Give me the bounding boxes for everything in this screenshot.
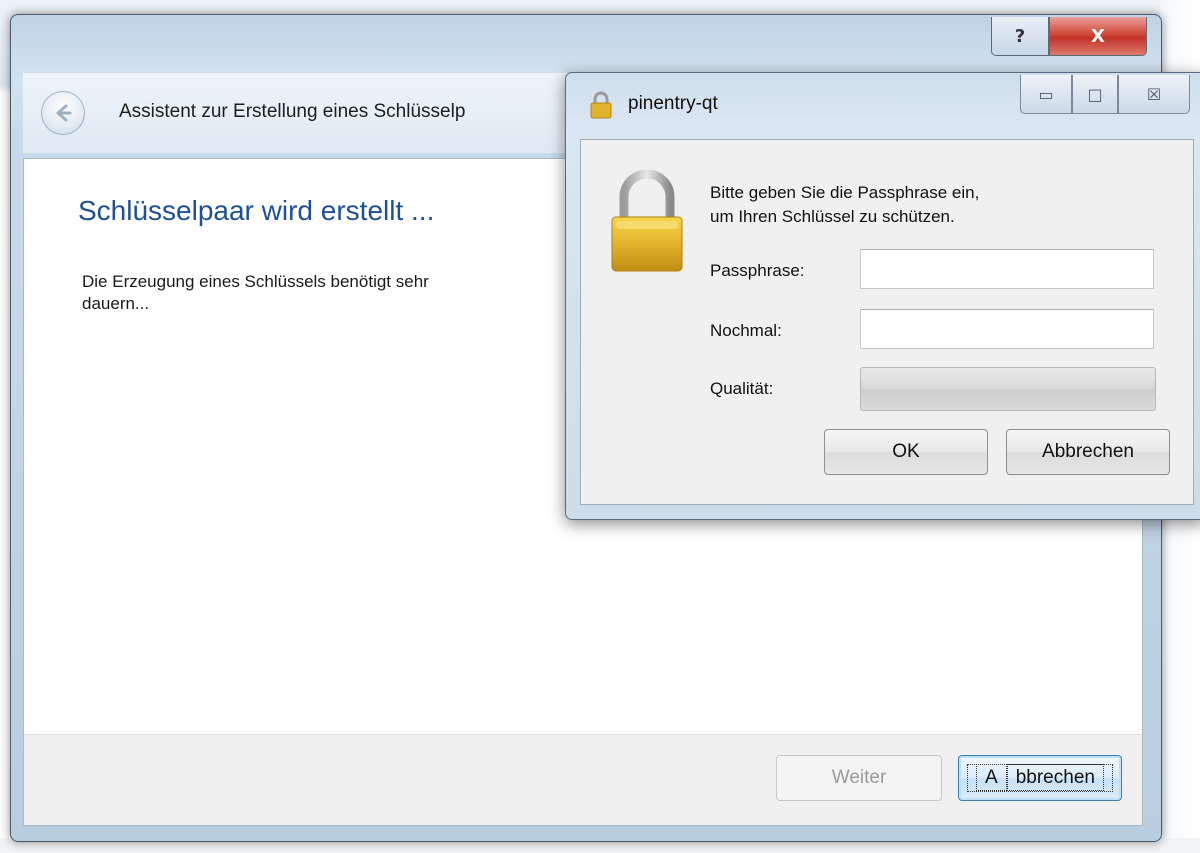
minimize-button[interactable]: ▭	[1020, 75, 1072, 114]
wizard-cancel-button[interactable]: Abbrechen	[958, 755, 1122, 801]
pinentry-dialog: pinentry-qt ▭ □ ☒ Bitte geben Sie die Pa…	[565, 72, 1200, 520]
repeat-passphrase-input[interactable]	[860, 309, 1154, 349]
wizard-body-text: Die Erzeugung eines Schlüssels benötigt …	[82, 271, 602, 315]
wizard-titlebar-buttons: ? X	[991, 17, 1147, 57]
wizard-heading: Schlüsselpaar wird erstellt ...	[78, 195, 435, 226]
wizard-cancel-label: bbrechen	[1006, 764, 1104, 791]
close-icon: ☒	[1146, 84, 1162, 104]
help-button[interactable]: ?	[991, 17, 1049, 56]
wizard-footer: Weiter Abbrechen	[23, 734, 1143, 826]
wizard-close-button[interactable]: X	[1049, 17, 1147, 56]
back-button[interactable]	[41, 91, 85, 135]
pinentry-message-line1: Bitte geben Sie die Passphrase ein,	[710, 183, 980, 202]
pinentry-cancel-button[interactable]: Abbrechen	[1006, 429, 1170, 475]
pinentry-message: Bitte geben Sie die Passphrase ein, um I…	[710, 181, 1150, 229]
wizard-body-line2: dauern...	[82, 294, 150, 313]
pinentry-close-button[interactable]: ☒	[1118, 75, 1190, 114]
pinentry-title: pinentry-qt	[628, 93, 718, 114]
wizard-cancel-accel: A	[976, 764, 1007, 791]
quality-label: Qualität:	[710, 379, 774, 398]
help-icon: ?	[1014, 25, 1026, 47]
next-button-label: eiter	[849, 767, 887, 788]
wizard-title: Assistent zur Erstellung eines Schlüssel…	[119, 101, 466, 122]
wizard-body-line1: Die Erzeugung eines Schlüssels benötigt …	[82, 272, 429, 291]
pinentry-message-line2: um Ihren Schlüssel zu schützen.	[710, 207, 955, 226]
repeat-label: Nochmal:	[710, 321, 782, 340]
next-button[interactable]: Weiter	[776, 755, 942, 801]
back-arrow-icon	[56, 104, 72, 122]
close-icon: X	[1091, 25, 1105, 47]
passphrase-label: Passphrase:	[710, 261, 805, 280]
ok-button[interactable]: OK	[824, 429, 988, 475]
maximize-icon: □	[1087, 84, 1103, 104]
quality-bar	[860, 367, 1156, 411]
lock-icon	[611, 169, 683, 272]
maximize-button[interactable]: □	[1072, 75, 1118, 114]
passphrase-input[interactable]	[860, 249, 1154, 289]
pinentry-titlebar-buttons: ▭ □ ☒	[1020, 75, 1190, 114]
next-button-accel: W	[831, 767, 850, 788]
lock-icon	[590, 91, 612, 119]
minimize-icon: ▭	[1038, 84, 1054, 104]
